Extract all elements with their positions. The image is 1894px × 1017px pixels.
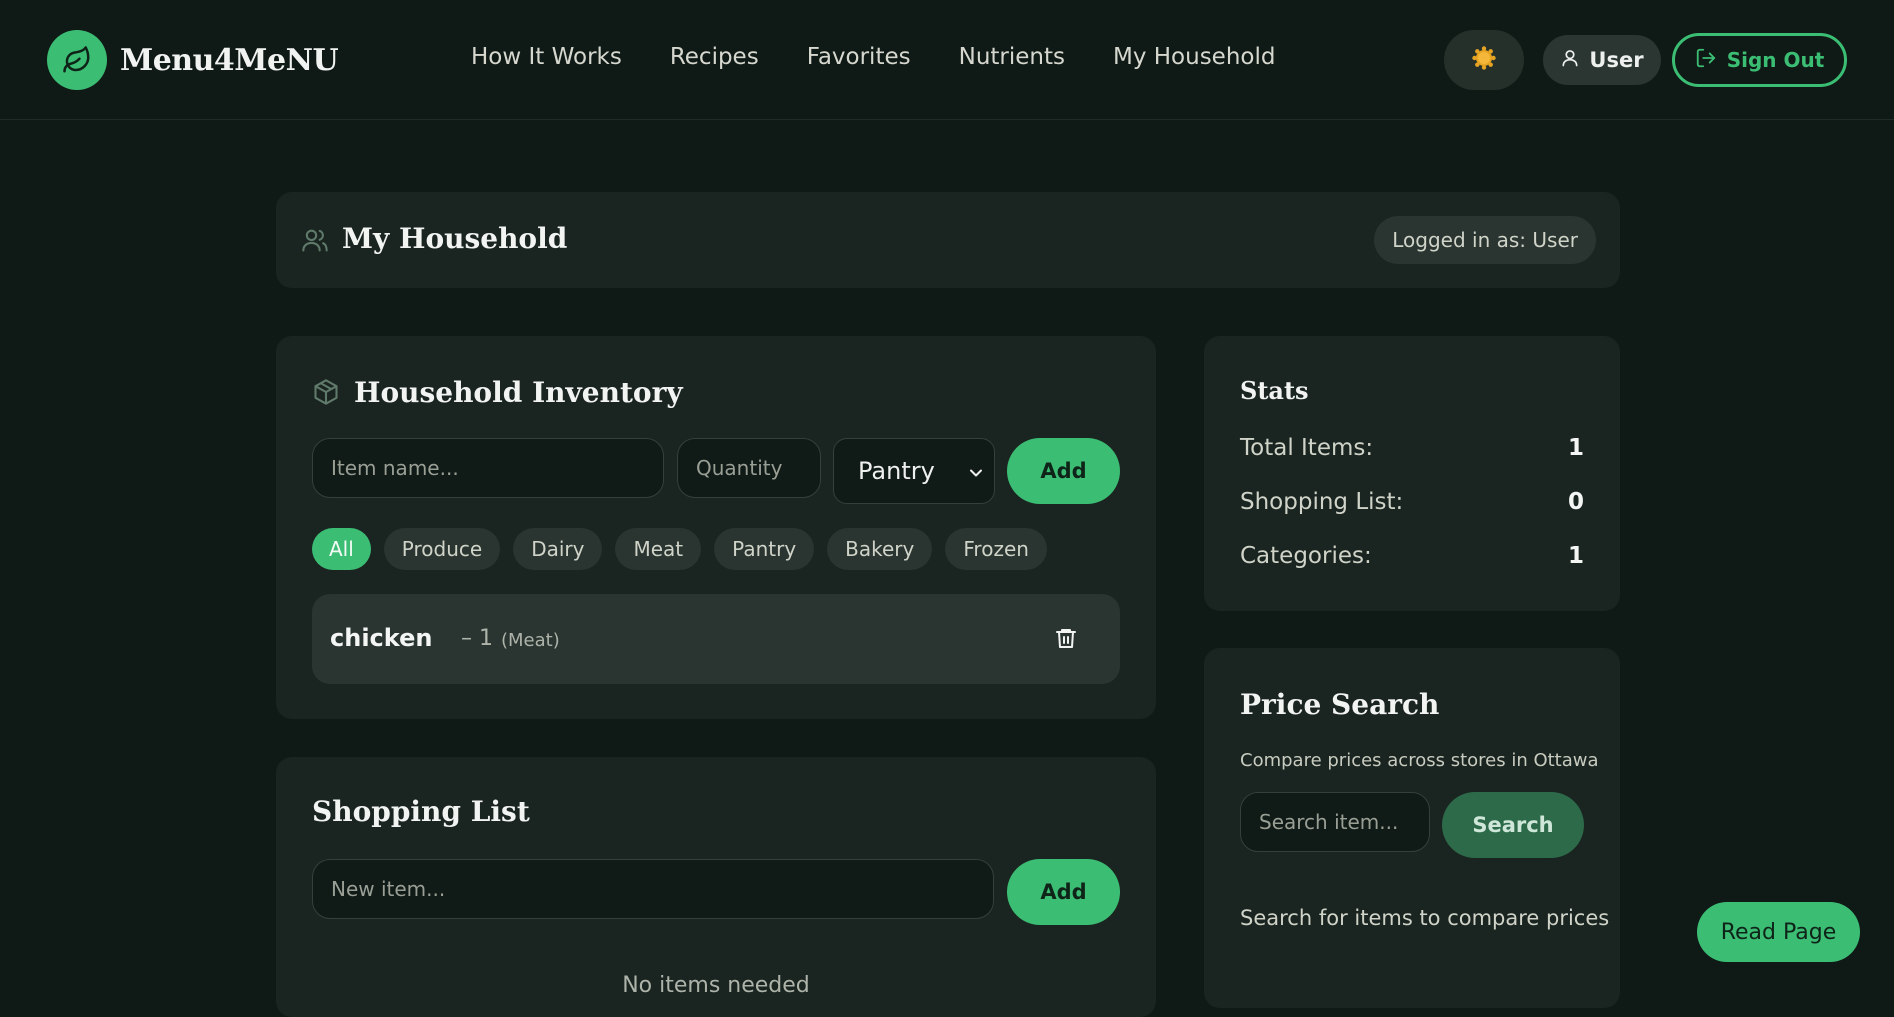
nav-link-my-household[interactable]: My Household [1113, 44, 1275, 70]
stats-card: Stats Total Items: 1 Shopping List: 0 Ca… [1204, 336, 1620, 611]
sign-out-label: Sign Out [1726, 48, 1825, 72]
leaf-icon [47, 30, 107, 90]
inventory-item-category: (Meat) [501, 630, 560, 651]
price-search-title: Price Search [1240, 688, 1440, 721]
filter-chip-dairy[interactable]: Dairy [513, 528, 603, 570]
price-search-subtitle: Compare prices across stores in Ottawa [1240, 750, 1599, 771]
page-title: My Household [342, 222, 568, 255]
add-inventory-button[interactable]: Add [1007, 438, 1120, 504]
logout-icon [1695, 47, 1727, 74]
inventory-item-row: chicken – 1 (Meat) [312, 594, 1120, 684]
nav-link-nutrients[interactable]: Nutrients [959, 44, 1065, 70]
nav-link-recipes[interactable]: Recipes [670, 44, 759, 70]
user-label: User [1589, 48, 1644, 72]
logged-in-badge: Logged in as: User [1374, 216, 1596, 264]
package-icon [312, 378, 340, 410]
user-icon [1560, 48, 1589, 73]
stats-title: Stats [1240, 376, 1309, 405]
filter-chip-meat[interactable]: Meat [615, 528, 702, 570]
stat-label: Total Items: [1240, 435, 1374, 461]
household-inventory-card: Household Inventory Item name... Quantit… [276, 336, 1156, 719]
stat-row-shopping-list: Shopping List: 0 [1240, 489, 1584, 515]
item-name-input[interactable]: Item name... [312, 438, 664, 498]
theme-toggle-button[interactable] [1444, 30, 1524, 90]
read-page-button[interactable]: Read Page [1697, 902, 1860, 962]
nav-link-favorites[interactable]: Favorites [807, 44, 911, 70]
sun-icon [1471, 45, 1497, 75]
top-navbar: Menu4MeNU How It Works Recipes Favorites… [0, 0, 1894, 120]
inventory-item-quantity: – 1 [461, 626, 493, 651]
price-search-card: Price Search Compare prices across store… [1204, 648, 1620, 1008]
stat-row-categories: Categories: 1 [1240, 543, 1584, 569]
quantity-input[interactable]: Quantity [677, 438, 821, 498]
category-select[interactable]: Pantry [833, 438, 995, 504]
inventory-item-name: chicken [330, 624, 433, 652]
category-filters: All Produce Dairy Meat Pantry Bakery Fro… [312, 528, 1060, 570]
users-icon [300, 226, 330, 258]
add-shopping-item-button[interactable]: Add [1007, 859, 1120, 925]
price-search-input[interactable]: Search item... [1240, 792, 1430, 852]
user-button[interactable]: User [1543, 35, 1661, 85]
brand[interactable]: Menu4MeNU [47, 30, 339, 90]
sign-out-button[interactable]: Sign Out [1672, 33, 1847, 87]
chevron-down-icon [966, 461, 986, 489]
trash-icon[interactable] [1054, 625, 1078, 655]
shopping-list-title: Shopping List [312, 795, 530, 828]
stat-label: Shopping List: [1240, 489, 1404, 515]
category-select-value: Pantry [858, 457, 935, 485]
household-header: My Household Logged in as: User [276, 192, 1620, 288]
shopping-list-card: Shopping List New item... Add No items n… [276, 757, 1156, 1017]
price-search-hint: Search for items to compare prices [1240, 906, 1610, 930]
filter-chip-frozen[interactable]: Frozen [945, 528, 1047, 570]
filter-chip-bakery[interactable]: Bakery [827, 528, 933, 570]
new-shopping-item-input[interactable]: New item... [312, 859, 994, 919]
price-search-button[interactable]: Search [1442, 792, 1584, 858]
filter-chip-produce[interactable]: Produce [383, 528, 501, 570]
stat-value: 0 [1567, 489, 1584, 515]
filter-chip-all[interactable]: All [312, 528, 371, 570]
inventory-title: Household Inventory [354, 376, 683, 409]
filter-chip-pantry[interactable]: Pantry [714, 528, 815, 570]
shopping-empty-message: No items needed [622, 973, 810, 998]
stat-value: 1 [1567, 543, 1584, 569]
stat-label: Categories: [1240, 543, 1372, 569]
nav-links: How It Works Recipes Favorites Nutrients… [471, 44, 1323, 70]
nav-link-how-it-works[interactable]: How It Works [471, 44, 622, 70]
stat-row-total-items: Total Items: 1 [1240, 435, 1584, 461]
stat-value: 1 [1567, 435, 1584, 461]
brand-name: Menu4MeNU [120, 42, 339, 78]
